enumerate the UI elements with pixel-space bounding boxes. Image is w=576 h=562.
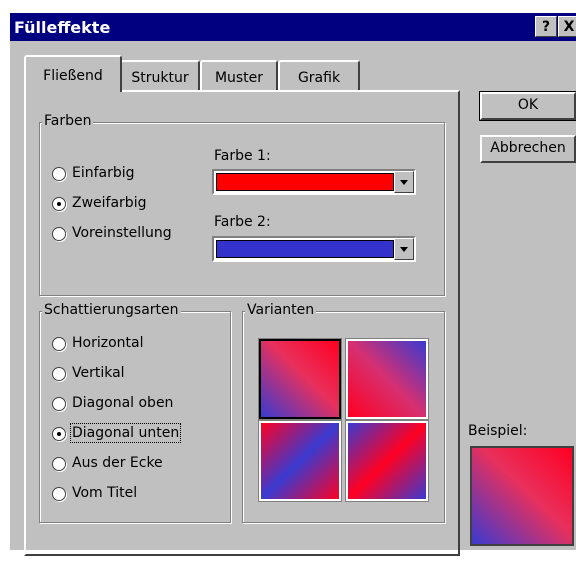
close-button[interactable]: X (558, 16, 576, 37)
radio-circle (52, 227, 66, 241)
tab-fliessend[interactable]: Fließend (24, 55, 122, 92)
chevron-down-icon (400, 180, 408, 185)
shading-styles-group: Schattierungsarten Horizontal Vertikal D… (39, 302, 231, 523)
dropdown-arrow-button[interactable] (394, 171, 414, 193)
radio-label: Vom Titel (72, 485, 138, 501)
radio-circle (52, 337, 66, 351)
radio-label: Aus der Ecke (72, 455, 163, 471)
color1-dropdown[interactable] (212, 169, 416, 195)
radio-circle (52, 197, 66, 211)
variants-group: Varianten (242, 302, 445, 523)
tab-label: Muster (214, 70, 264, 86)
color2-dropdown[interactable] (212, 236, 416, 262)
color1-label: Farbe 1: (214, 148, 271, 164)
variant-2[interactable] (346, 339, 428, 419)
tab-label: Grafik (297, 70, 341, 86)
variant-3[interactable] (259, 421, 341, 501)
radio-label: Zweifarbig (72, 195, 147, 211)
radio-label: Diagonal oben (72, 395, 174, 411)
radio-label: Vertikal (72, 365, 125, 381)
radio-label: Voreinstellung (72, 225, 172, 241)
help-button[interactable]: ? (535, 16, 557, 37)
radio-label: Horizontal (72, 335, 144, 351)
radio-label: Einfarbig (72, 165, 135, 181)
ok-button[interactable]: OK (479, 91, 576, 121)
radio-circle (52, 457, 66, 471)
radio-circle (52, 367, 66, 381)
tab-label: Struktur (131, 70, 189, 86)
tab-struktur[interactable]: Struktur (120, 60, 200, 90)
color2-label: Farbe 2: (214, 214, 271, 230)
title-bar: Fülleffekte ? X (10, 13, 576, 41)
radio-label: Diagonal unten (69, 423, 182, 443)
variants-group-legend: Varianten (245, 302, 317, 318)
radio-circle (52, 397, 66, 411)
color1-swatch (216, 173, 394, 191)
shading-group-legend: Schattierungsarten (42, 302, 181, 318)
dropdown-arrow-button[interactable] (394, 238, 414, 260)
radio-dot (57, 432, 61, 436)
variant-4[interactable] (346, 421, 428, 501)
color2-swatch (216, 240, 394, 258)
window-title: Fülleffekte (14, 18, 111, 37)
cancel-button[interactable]: Abbrechen (480, 135, 576, 163)
colors-group: Farben Einfarbig Zweifarbig Voreinstellu… (39, 113, 445, 296)
sample-preview (470, 446, 574, 546)
colors-group-legend: Farben (42, 113, 94, 129)
tab-grafik[interactable]: Grafik (278, 60, 360, 90)
variant-1[interactable] (259, 339, 341, 419)
radio-circle (52, 427, 66, 441)
radio-circle (52, 487, 66, 501)
sample-label: Beispiel: (468, 423, 528, 439)
chevron-down-icon (400, 247, 408, 252)
radio-circle (52, 167, 66, 181)
tab-muster[interactable]: Muster (200, 60, 278, 90)
radio-dot (57, 202, 61, 206)
tab-label: Fließend (43, 68, 103, 84)
tab-panel: Farben Einfarbig Zweifarbig Voreinstellu… (24, 90, 460, 556)
